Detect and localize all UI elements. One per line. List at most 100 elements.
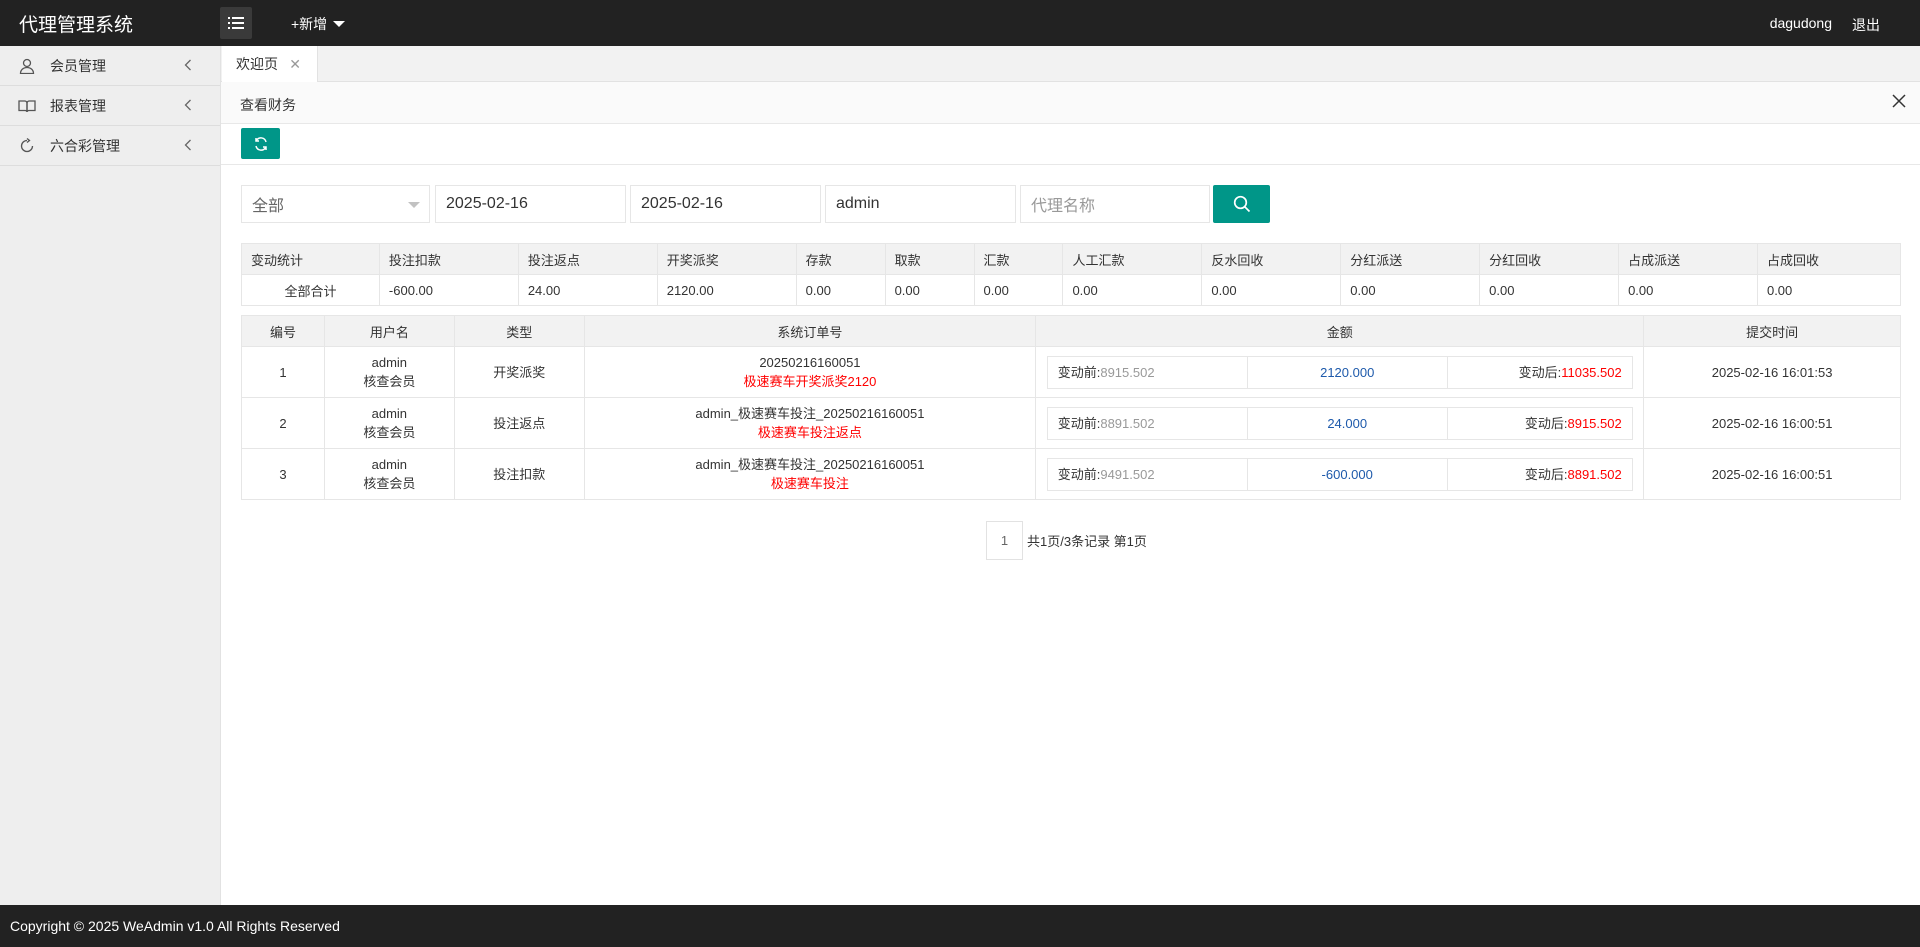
amount-value: -600.000 [1246,457,1448,491]
row-role: 核查会员 [363,374,416,389]
transactions-table: 编号 用户名 类型 系统订单号 金额 提交时间 1 admin 核查会员 开奖派奖 2025021… [241,315,1901,500]
row-amount: 变动前:9491.502 -600.000 变动后:8891.502 [1035,448,1645,500]
chevron-left-icon [184,58,192,74]
panel-header: 查看财务 [221,82,1920,124]
row-role: 核查会员 [363,425,416,440]
sidebar-item-members[interactable]: 会员管理 [0,46,220,86]
after-label: 变动后: [1518,364,1562,380]
summary-cell: 0.00 [973,274,1064,306]
column-header: 提交时间 [1643,315,1901,347]
summary-header-cell: 占成回收 [1756,243,1902,275]
row-user: admin 核查会员 [323,448,455,500]
summary-cell: 0.00 [1618,274,1758,306]
summary-header-cell: 反水回收 [1201,243,1342,275]
after-balance: 变动后:8891.502 [1446,457,1633,491]
new-label: +新增 [291,16,328,32]
pagination: 1 共1页/3条记录 第1页 [986,521,1147,560]
row-time: 2025-02-16 16:00:51 [1643,448,1901,500]
refresh-button[interactable] [241,128,280,159]
search-button[interactable] [1213,185,1270,223]
summary-cell: 0.00 [1756,274,1902,306]
tab-welcome[interactable]: 欢迎页 ✕ [222,46,318,82]
summary-header-row: 变动统计 投注扣款 投注返点 开奖派奖 存款 取款 汇款 人工汇款 反水回收 分红派送 分红回收 占成… [241,243,1902,275]
summary-header-cell: 存款 [795,243,886,275]
list-icon [228,17,244,29]
row-time: 2025-02-16 16:00:51 [1643,397,1901,449]
after-value: 11035.502 [1561,364,1622,380]
amount-value: 2120.000 [1246,355,1448,389]
start-date-input[interactable]: 2025-02-16 [435,185,626,223]
new-dropdown-button[interactable]: +新增 [291,14,346,34]
tab-bar: 欢迎页 ✕ [221,46,1920,82]
summary-header-cell: 开奖派奖 [656,243,797,275]
summary-header-cell: 投注扣款 [378,243,519,275]
summary-cell: -600.00 [378,274,519,306]
before-label: 变动前: [1057,415,1101,431]
amount-detail-row: 变动前:9491.502 -600.000 变动后:8891.502 [1046,457,1633,491]
summary-header-cell: 人工汇款 [1062,243,1203,275]
page-info: 共1页/3条记录 第1页 [1027,534,1147,549]
row-order: 20250216160051 极速赛车开奖派奖2120 [583,346,1037,398]
summary-header-cell: 分红回收 [1479,243,1620,275]
row-id: 3 [241,448,325,500]
username-link[interactable]: dagudong [1770,15,1832,31]
logout-link[interactable]: 退出 [1852,15,1880,35]
summary-cell: 0.00 [1340,274,1481,306]
row-username: admin [371,355,408,370]
sidebar-item-lottery[interactable]: 六合彩管理 [0,126,220,166]
summary-header-cell: 取款 [884,243,975,275]
summary-cell: 0.00 [1479,274,1620,306]
page-button-1[interactable]: 1 [986,521,1023,560]
agent-name-input[interactable]: 代理名称 [1020,185,1210,223]
row-user: admin 核查会员 [323,346,455,398]
refresh-icon [18,137,36,155]
sidebar: 会员管理 报表管理 六合彩管理 [0,46,221,905]
row-type: 投注扣款 [453,448,585,500]
column-header: 系统订单号 [583,315,1037,347]
row-id: 1 [241,346,325,398]
type-select[interactable]: 全部 [241,185,430,223]
panel-title: 查看财务 [240,97,296,113]
footer: Copyright © 2025 WeAdmin v1.0 All Rights… [0,905,1920,947]
row-username: admin [371,406,408,421]
before-balance: 变动前:9491.502 [1046,457,1248,491]
row-time: 2025-02-16 16:01:53 [1643,346,1901,398]
table-row: 1 admin 核查会员 开奖派奖 20250216160051 极速赛车开奖派奖2120… [241,346,1901,398]
type-select-value: 全部 [252,198,285,215]
toolbar [221,124,1920,165]
user-icon [18,57,36,75]
row-amount: 变动前:8891.502 24.000 变动后:8915.502 [1035,397,1645,449]
caret-down-icon [333,21,346,27]
row-order: admin_极速赛车投注_20250216160051 极速赛车投注返点 [583,397,1037,449]
row-type: 开奖派奖 [453,346,585,398]
sidebar-item-reports[interactable]: 报表管理 [0,86,220,126]
order-note: 极速赛车开奖派奖2120 [743,374,877,389]
top-navbar: 代理管理系统 +新增 dagudong 退出 [0,0,1920,46]
menu-toggle-button[interactable] [220,7,252,39]
tab-label: 欢迎页 [236,56,278,72]
chevron-down-icon [408,202,420,208]
column-header: 类型 [453,315,585,347]
after-value: 8915.502 [1567,415,1622,431]
table-row: 2 admin 核查会员 投注返点 admin_极速赛车投注_2025021616005… [241,397,1901,449]
sidebar-item-label: 会员管理 [50,57,106,74]
end-date-input[interactable]: 2025-02-16 [630,185,821,223]
before-label: 变动前: [1057,364,1101,380]
summary-row: 全部合计 -600.00 24.00 2120.00 0.00 0.00 0.00 0.00 0… [241,274,1902,306]
order-number: 20250216160051 [759,355,861,370]
summary-cell: 2120.00 [656,274,797,306]
after-value: 8891.502 [1567,466,1622,482]
copyright-text: Copyright © 2025 WeAdmin v1.0 All Rights… [10,918,340,934]
before-value: 8891.502 [1100,415,1155,431]
amount-detail: 变动前:9491.502 -600.000 变动后:8891.502 [1046,457,1633,491]
after-balance: 变动后:8915.502 [1446,406,1633,440]
summary-header-cell: 分红派送 [1340,243,1481,275]
username-input[interactable]: admin [825,185,1016,223]
close-icon[interactable]: ✕ [289,56,301,73]
before-label: 变动前: [1057,466,1101,482]
after-label: 变动后: [1524,415,1568,431]
after-label: 变动后: [1524,466,1568,482]
summary-cell: 全部合计 [241,274,380,306]
close-icon[interactable] [1892,94,1906,111]
table-row: 3 admin 核查会员 投注扣款 admin_极速赛车投注_2025021616005… [241,448,1901,500]
